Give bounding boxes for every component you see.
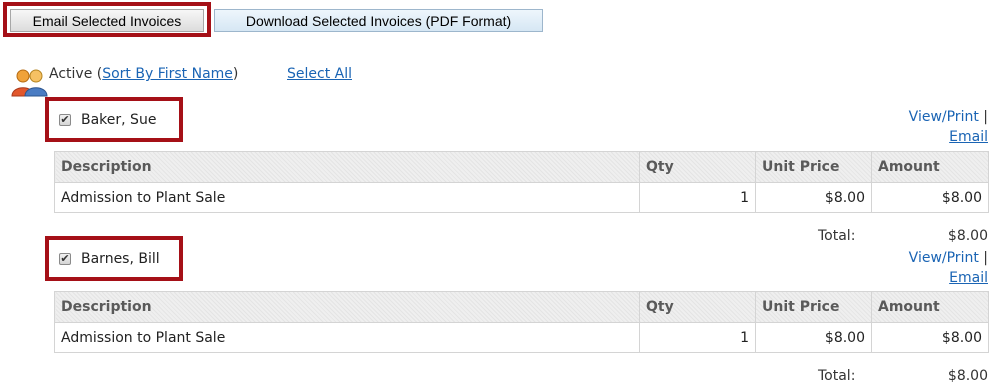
header-amount: Amount [871, 151, 989, 183]
cell-description: Admission to Plant Sale [54, 322, 640, 353]
sort-by-first-name-link[interactable]: Sort By First Name [102, 66, 233, 82]
invoice-table: Description Qty Unit Price Amount Admiss… [54, 151, 989, 213]
member-name: Barnes, Bill [81, 250, 160, 267]
header-description: Description [54, 151, 640, 183]
invoice-table: Description Qty Unit Price Amount Admiss… [54, 291, 989, 353]
cell-unit-price: $8.00 [755, 322, 872, 353]
header-unit-price: Unit Price [755, 291, 872, 323]
view-print-link[interactable]: View/Print [909, 250, 979, 266]
total-label: Total: [818, 228, 856, 244]
active-label: Active ( [49, 66, 103, 82]
member-actions: View/Print | Email [909, 248, 988, 288]
cell-amount: $8.00 [871, 182, 989, 213]
header-amount: Amount [871, 291, 989, 323]
cell-amount: $8.00 [871, 322, 989, 353]
member-select-highlight: ✔ Barnes, Bill [45, 236, 183, 281]
active-label-close: ) [232, 66, 239, 82]
select-all-link[interactable]: Select All [287, 66, 352, 82]
action-separator: | [983, 109, 988, 125]
cell-qty: 1 [639, 322, 756, 353]
email-selected-invoices-button[interactable]: Email Selected Invoices [10, 9, 204, 32]
total-value: $8.00 [947, 368, 988, 384]
cell-unit-price: $8.00 [755, 182, 872, 213]
action-separator: | [983, 250, 988, 266]
download-selected-invoices-button[interactable]: Download Selected Invoices (PDF Format) [214, 9, 543, 32]
cell-qty: 1 [639, 182, 756, 213]
member-checkbox[interactable]: ✔ [59, 113, 71, 126]
view-print-link[interactable]: View/Print [909, 109, 979, 125]
header-qty: Qty [639, 291, 756, 323]
header-unit-price: Unit Price [755, 151, 872, 183]
member-select-highlight: ✔ Baker, Sue [45, 97, 183, 142]
member-actions: View/Print | Email [909, 107, 988, 147]
table-header-row: Description Qty Unit Price Amount [54, 151, 989, 183]
email-link[interactable]: Email [949, 270, 988, 286]
users-icon [11, 69, 48, 97]
member-checkbox[interactable]: ✔ [59, 252, 71, 265]
total-label: Total: [818, 368, 856, 384]
active-status-line: Active (Sort By First Name) [49, 66, 238, 82]
table-row: Admission to Plant Sale 1 $8.00 $8.00 [54, 182, 989, 213]
header-qty: Qty [639, 151, 756, 183]
total-value: $8.00 [947, 228, 988, 244]
table-header-row: Description Qty Unit Price Amount [54, 291, 989, 323]
email-link[interactable]: Email [949, 129, 988, 145]
table-row: Admission to Plant Sale 1 $8.00 $8.00 [54, 322, 989, 353]
member-name: Baker, Sue [81, 111, 157, 128]
header-description: Description [54, 291, 640, 323]
cell-description: Admission to Plant Sale [54, 182, 640, 213]
